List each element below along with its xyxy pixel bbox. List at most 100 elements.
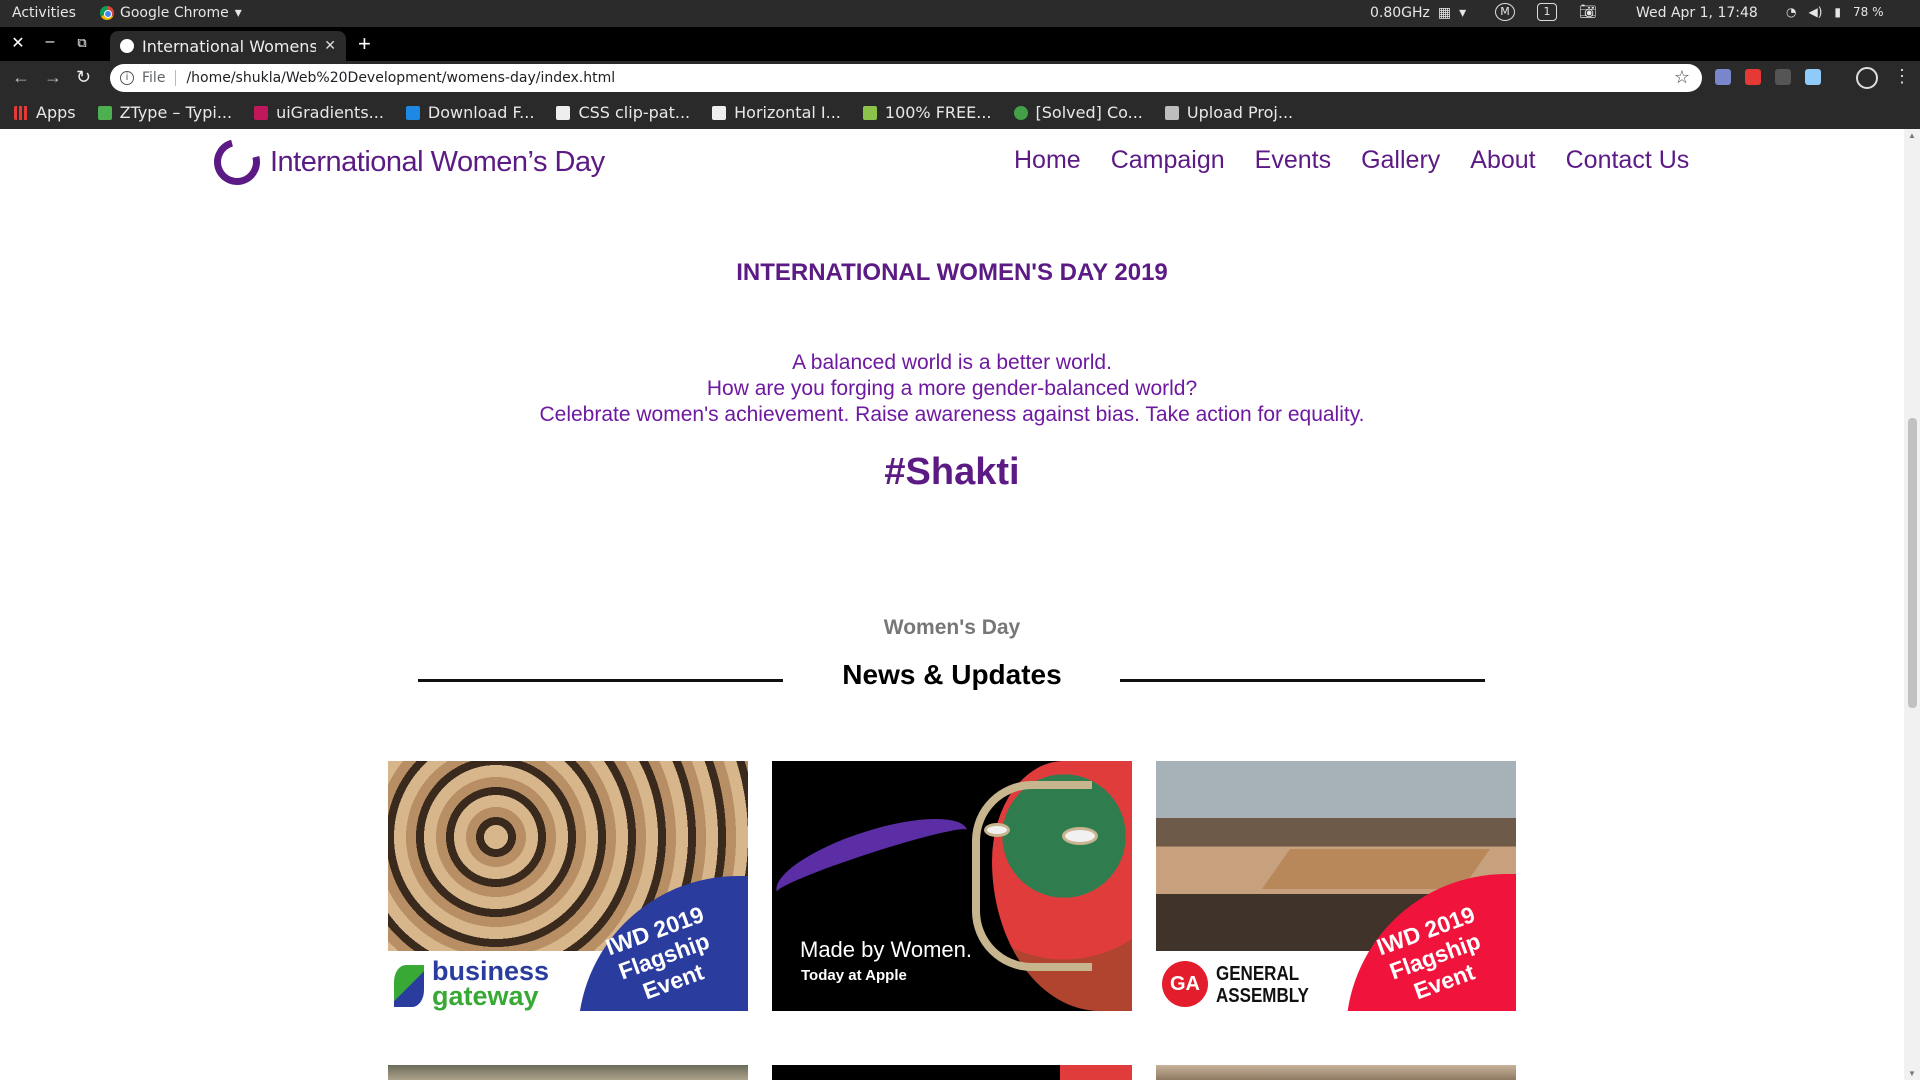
minimize-window-icon[interactable]: – [38, 33, 62, 51]
page-scrollbar[interactable]: ▲ ▼ [1904, 129, 1920, 1080]
extensions [1715, 69, 1821, 85]
url-text[interactable]: /home/shukla/Web%20Development/womens-da… [186, 70, 615, 86]
caret-down-icon: ▾ [234, 5, 242, 21]
card-subline: Today at Apple [801, 967, 907, 984]
bookmark-item[interactable]: [Solved] Co... [1013, 103, 1143, 122]
dark-extension-icon[interactable] [1775, 69, 1791, 85]
cpu-indicator[interactable]: 0.80GHz ▦ ▾ [1370, 5, 1466, 21]
favicon-icon [120, 39, 134, 53]
activities-button[interactable]: Activities [12, 5, 76, 21]
bookmark-item[interactable]: uiGradients... [254, 103, 384, 122]
general-assembly-badge: GA [1162, 961, 1208, 1007]
pen-extension-icon[interactable] [1715, 69, 1731, 85]
bookmark-item[interactable]: Apps [14, 103, 76, 122]
bookmark-favicon-icon [254, 105, 269, 120]
divider-right [1120, 679, 1485, 682]
video-extension-icon[interactable] [1745, 69, 1761, 85]
nav-campaign[interactable]: Campaign [1111, 146, 1225, 175]
bookmark-item[interactable]: Horizontal I... [712, 103, 841, 122]
site-logo[interactable]: International Women’s Day [205, 130, 605, 194]
bookmark-favicon-icon [405, 105, 420, 120]
forward-icon[interactable]: → [44, 67, 62, 88]
bookmark-favicon-icon [862, 105, 877, 120]
hero-title: INTERNATIONAL WOMEN'S DAY 2019 [736, 259, 1168, 286]
news-card-partial[interactable] [1156, 1065, 1516, 1080]
bookmark-item[interactable]: Download F... [405, 103, 535, 122]
apps-grid-icon [14, 105, 28, 120]
nav-gallery[interactable]: Gallery [1361, 146, 1440, 175]
bookmark-favicon-icon [712, 105, 727, 120]
section-kicker: Women's Day [883, 616, 1021, 639]
brand-line: GENERAL [1216, 963, 1300, 985]
nav-about[interactable]: About [1470, 146, 1535, 175]
divider [175, 70, 177, 86]
bookmark-item[interactable]: ZType – Typi... [97, 103, 232, 122]
logo-text: International Women’s Day [270, 145, 605, 178]
info-icon[interactable]: i [120, 71, 134, 85]
bookmark-star-icon[interactable]: ☆ [1674, 67, 1690, 88]
bookmark-label: Horizontal I... [734, 103, 841, 122]
bookmark-item[interactable]: CSS clip-pat... [556, 103, 690, 122]
restore-window-icon[interactable]: ⧉ [70, 35, 94, 51]
bookmark-item[interactable]: Upload Proj... [1164, 103, 1294, 122]
bookmark-label: Upload Proj... [1186, 103, 1294, 122]
eye-shape [1062, 827, 1098, 845]
card-headline: Made by Women. [800, 937, 973, 962]
news-card-business-gateway[interactable]: IWD 2019 Flagship Event business gateway [388, 761, 748, 1011]
news-card-general-assembly[interactable]: IWD 2019 Flagship Event GA GENERAL ASSEM… [1156, 761, 1516, 1011]
bookmarks-bar: Apps ZType – Typi... uiGradients... Down… [0, 96, 1920, 129]
menu-kebab-icon[interactable]: ⋮ [1893, 66, 1911, 87]
chip-icon: ▦ [1437, 5, 1452, 21]
mail-icon[interactable]: M [1495, 3, 1515, 21]
hero-line: How are you forging a more gender-balanc… [706, 377, 1198, 400]
tab-strip: ✕ – ⧉ International Womens Day ✕ + [0, 27, 1920, 61]
scrollbar-thumb[interactable] [1908, 418, 1917, 708]
scroll-up-icon[interactable]: ▲ [1908, 131, 1916, 140]
close-window-icon[interactable]: ✕ [6, 33, 30, 53]
news-card-partial[interactable] [388, 1065, 748, 1080]
status-area[interactable]: ◔ ◀) ▮ 78 % [1786, 5, 1884, 19]
bookmark-label: Apps [36, 103, 76, 122]
nav-contact-us[interactable]: Contact Us [1566, 146, 1690, 175]
bookmark-label: Download F... [427, 103, 535, 122]
app-menu-label: Google Chrome [120, 5, 229, 21]
brand-line: gateway [432, 981, 539, 1011]
bookmark-favicon-icon [1164, 105, 1179, 120]
tab-close-icon[interactable]: ✕ [324, 38, 336, 54]
bookmark-label: [Solved] Co... [1035, 103, 1143, 122]
reload-icon[interactable]: ↻ [76, 67, 91, 88]
camera-icon[interactable]: 📷︎ [1579, 4, 1597, 20]
caret-down-icon: ▾ [1459, 5, 1467, 21]
logo-ring-icon [205, 130, 269, 194]
profile-avatar[interactable] [1856, 67, 1878, 89]
back-icon[interactable]: ← [12, 67, 30, 88]
page-viewport: International Women’s Day Home Campaign … [0, 129, 1904, 1080]
battery-icon: ▮ [1834, 5, 1842, 19]
tab-active[interactable]: International Womens Day ✕ [110, 31, 346, 61]
hero-line: A balanced world is a better world. [792, 351, 1112, 374]
brand-name: business gateway [432, 958, 549, 1011]
scroll-down-icon[interactable]: ▼ [1908, 1069, 1916, 1078]
nav-events[interactable]: Events [1255, 146, 1331, 175]
new-tab-icon[interactable]: + [358, 31, 371, 57]
hashtag: #Shakti [884, 451, 1020, 493]
section-title: News & Updates [842, 659, 1062, 690]
brand-line: ASSEMBLY [1216, 985, 1309, 1007]
hero-line: Celebrate women's achievement. Raise awa… [539, 403, 1365, 426]
paint-stroke [772, 801, 977, 921]
plane-extension-icon[interactable] [1805, 69, 1821, 85]
address-bar[interactable]: i File /home/shukla/Web%20Development/wo… [110, 64, 1702, 92]
site-nav: Home Campaign Events Gallery About Conta… [1014, 146, 1689, 175]
bookmark-favicon-icon [1013, 105, 1028, 120]
cpu-frequency: 0.80GHz [1370, 5, 1430, 21]
app-menu[interactable]: Google Chrome ▾ [100, 5, 242, 21]
bookmark-label: uiGradients... [276, 103, 384, 122]
news-card-partial[interactable] [772, 1065, 1132, 1080]
bookmark-item[interactable]: 100% FREE... [862, 103, 992, 122]
bookmark-label: CSS clip-pat... [578, 103, 691, 122]
news-card-made-by-women[interactable]: Made by Women. Today at Apple [772, 761, 1132, 1011]
workspace-indicator[interactable]: 1 [1537, 3, 1557, 21]
browser-toolbar: ← → ↻ i File /home/shukla/Web%20Developm… [0, 61, 1920, 96]
clock[interactable]: Wed Apr 1, 17:48 [1636, 5, 1758, 21]
nav-home[interactable]: Home [1014, 146, 1081, 175]
